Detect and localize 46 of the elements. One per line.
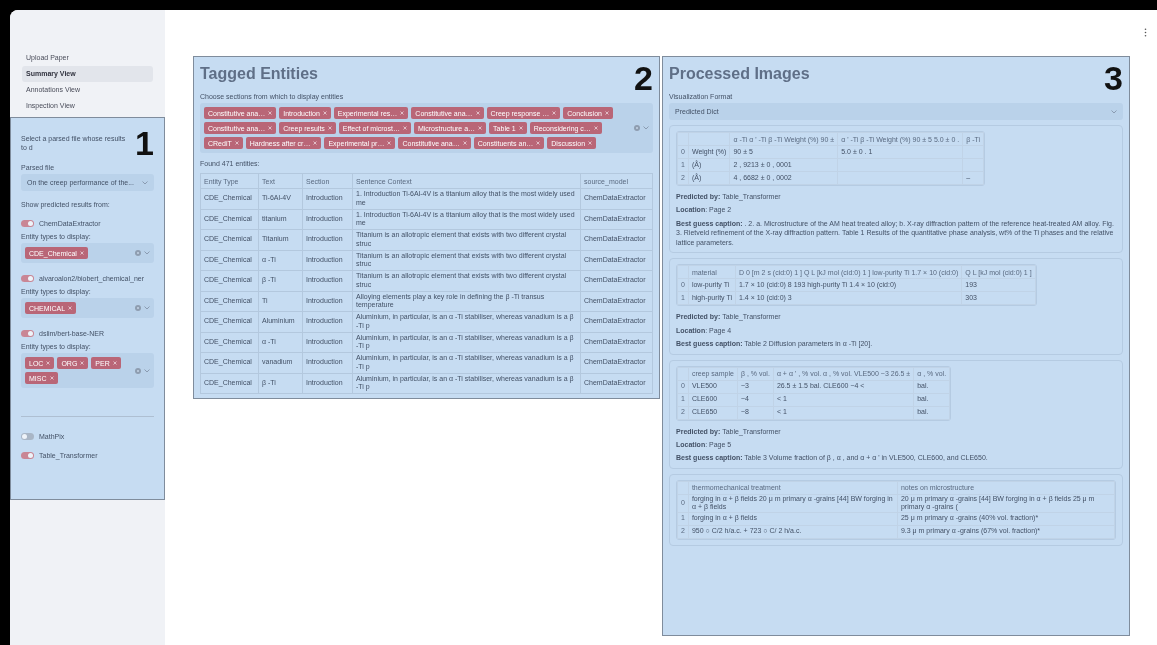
section-title: Tagged Entities [200, 65, 318, 83]
close-icon[interactable] [536, 141, 541, 145]
close-icon[interactable] [387, 141, 392, 145]
close-icon[interactable] [112, 361, 117, 365]
chevron-down-icon [643, 126, 649, 130]
close-icon[interactable] [462, 141, 467, 145]
close-icon[interactable] [552, 111, 557, 115]
close-icon[interactable] [322, 111, 327, 115]
multiselect-field[interactable] [200, 103, 653, 153]
callout-number: 1 [135, 126, 154, 160]
callout-number: 3 [1104, 61, 1123, 95]
clear-icon[interactable] [135, 367, 141, 374]
chevron-down-icon [144, 306, 150, 310]
clear-icon[interactable] [135, 305, 141, 311]
close-icon[interactable] [593, 126, 598, 130]
chevron-down-icon [144, 251, 150, 255]
close-icon[interactable] [402, 126, 407, 130]
clear-icon[interactable] [135, 250, 141, 256]
close-icon[interactable] [46, 361, 51, 365]
chevron-down-icon [144, 368, 150, 373]
toggle-switch[interactable] [21, 452, 34, 459]
close-icon[interactable] [475, 111, 480, 115]
close-icon[interactable] [478, 126, 483, 130]
close-icon[interactable] [79, 251, 84, 255]
close-icon[interactable] [400, 111, 405, 115]
section-title: Processed Images [669, 65, 810, 83]
callout-number: 2 [634, 61, 653, 95]
close-icon[interactable] [268, 111, 273, 115]
close-icon[interactable] [518, 126, 523, 130]
menu-icon[interactable] [1144, 28, 1147, 37]
chevron-down-icon [1111, 109, 1117, 114]
close-icon[interactable] [604, 111, 609, 115]
toggle-switch[interactable] [21, 220, 34, 227]
toggle-switch[interactable] [21, 433, 34, 440]
close-icon[interactable] [68, 306, 73, 310]
close-icon[interactable] [268, 126, 273, 130]
chevron-down-icon [142, 180, 148, 185]
close-icon[interactable] [234, 141, 239, 145]
close-icon[interactable] [588, 141, 593, 145]
close-icon[interactable] [327, 126, 332, 130]
close-icon[interactable] [80, 361, 85, 365]
toggle-switch[interactable] [21, 275, 34, 282]
close-icon[interactable] [49, 376, 54, 380]
toggle-switch[interactable] [21, 330, 34, 337]
close-icon[interactable] [313, 141, 318, 145]
clear-icon[interactable] [634, 125, 640, 131]
